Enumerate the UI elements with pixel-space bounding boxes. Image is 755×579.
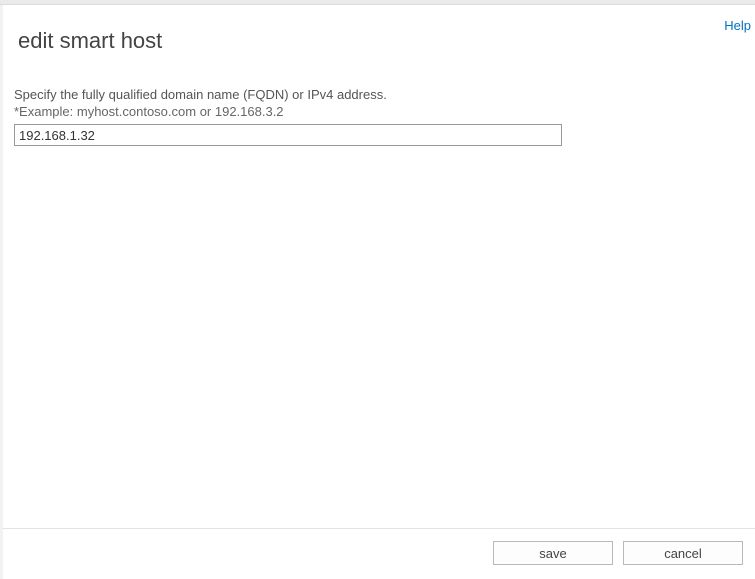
page-title: edit smart host [18,28,162,54]
footer-separator [3,528,755,529]
save-button[interactable]: save [493,541,613,565]
smart-host-input[interactable] [14,124,562,146]
help-link[interactable]: Help [724,18,751,33]
dialog-button-row: save cancel [493,541,743,565]
cancel-button[interactable]: cancel [623,541,743,565]
instruction-text: Specify the fully qualified domain name … [14,86,387,104]
window-top-border [0,0,755,5]
window-left-border [0,5,3,579]
example-text: *Example: myhost.contoso.com or 192.168.… [14,104,284,119]
